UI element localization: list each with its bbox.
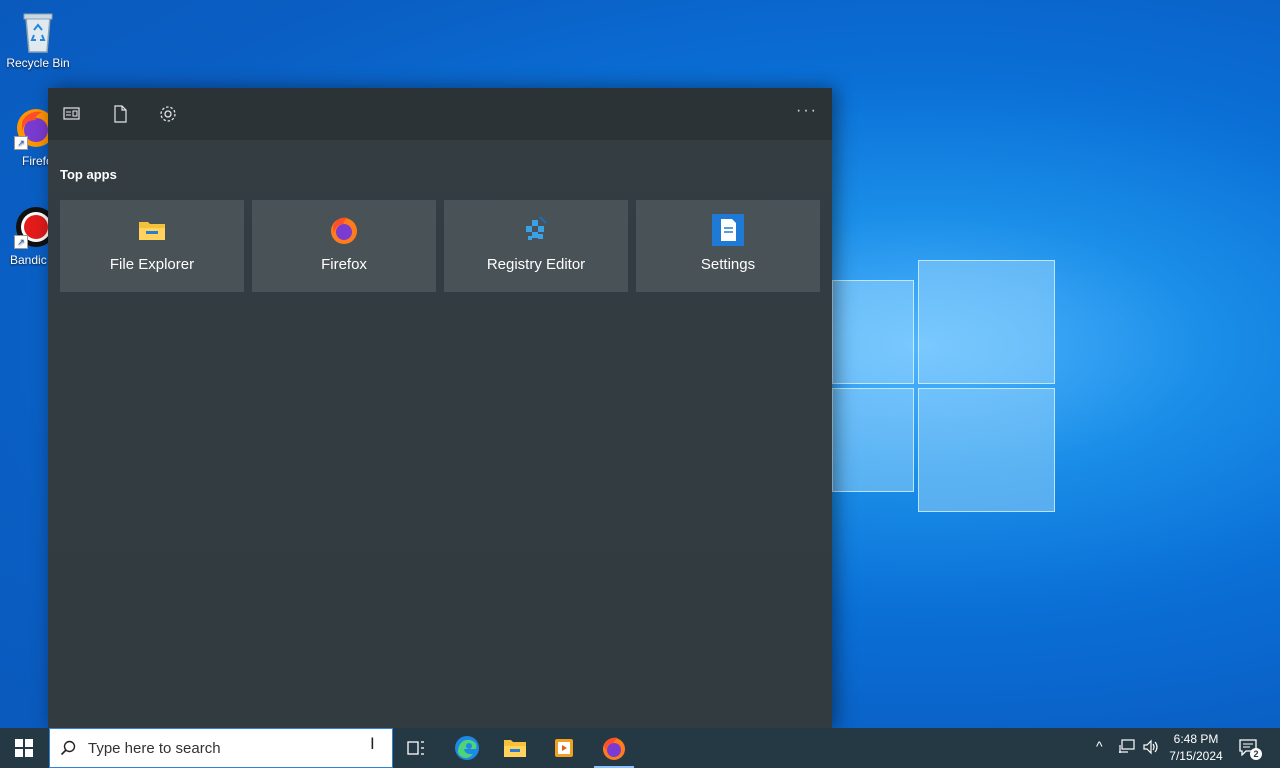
panel-toolbar: ··· xyxy=(48,88,832,140)
taskbar-edge-button[interactable] xyxy=(451,732,483,764)
settings-app-icon xyxy=(712,214,744,246)
media-player-icon xyxy=(555,739,573,757)
recycle-bin-icon xyxy=(16,8,60,53)
volume-icon[interactable] xyxy=(1142,739,1160,758)
section-title-top-apps: Top apps xyxy=(60,167,117,182)
tile-label: File Explorer xyxy=(109,256,195,273)
tile-label: Registry Editor xyxy=(486,256,586,273)
start-button[interactable] xyxy=(0,728,48,768)
windows-icon xyxy=(15,739,33,757)
top-app-file-explorer[interactable]: File Explorer xyxy=(60,200,244,292)
tile-label: Settings xyxy=(700,256,756,273)
wallpaper-windows-logo xyxy=(828,250,1058,520)
taskbar-firefox-button[interactable] xyxy=(598,732,630,764)
taskbar: I ^ 6:48 PM 7/15/2024 2 xyxy=(0,728,1280,768)
top-app-registry-editor[interactable]: Registry Editor xyxy=(444,200,628,292)
firefox-icon xyxy=(603,737,625,760)
taskbar-clock[interactable]: 6:48 PM 7/15/2024 xyxy=(1166,731,1226,765)
folder-icon xyxy=(504,740,526,757)
task-view-icon xyxy=(407,741,424,755)
tile-label: Firefox xyxy=(321,256,367,273)
desktop-icon-recycle-bin[interactable]: Recycle Bin xyxy=(0,8,76,70)
network-icon[interactable] xyxy=(1118,739,1136,758)
apps-view-icon[interactable] xyxy=(62,104,82,124)
edge-icon xyxy=(455,736,479,760)
shortcut-arrow-icon: ↗ xyxy=(14,235,28,249)
bandicam-icon: ↗ xyxy=(14,205,48,249)
text-cursor-icon: I xyxy=(370,734,375,753)
top-app-settings[interactable]: Settings xyxy=(636,200,820,292)
firefox-icon xyxy=(328,214,360,246)
top-app-firefox[interactable]: Firefox xyxy=(252,200,436,292)
search-panel: ··· Top apps File Explorer Firefox Regis… xyxy=(48,88,832,728)
desktop-icon-label: Recycle Bin xyxy=(6,56,70,70)
desktop-icon-bandicam[interactable]: ↗ Bandic xyxy=(0,205,48,267)
documents-icon[interactable] xyxy=(110,104,130,124)
search-icon xyxy=(60,740,76,756)
show-hidden-icons-button[interactable]: ^ xyxy=(1096,738,1103,754)
taskbar-search-box[interactable]: I xyxy=(49,728,393,768)
taskbar-file-explorer-button[interactable] xyxy=(499,732,531,764)
shortcut-arrow-icon: ↗ xyxy=(14,136,28,150)
file-explorer-icon xyxy=(136,214,168,246)
gear-icon[interactable] xyxy=(158,104,178,124)
notification-count-badge: 2 xyxy=(1250,748,1262,760)
registry-editor-icon xyxy=(520,214,552,246)
task-view-button[interactable] xyxy=(400,732,432,764)
top-apps-list: File Explorer Firefox Registry Editor Se… xyxy=(60,200,820,292)
more-options-button[interactable]: ··· xyxy=(796,102,818,120)
clock-time: 6:48 PM xyxy=(1173,732,1219,746)
desktop-icon-firefox[interactable]: ↗ Firefo xyxy=(0,106,48,168)
clock-date: 7/15/2024 xyxy=(1169,749,1223,763)
firefox-icon: ↗ xyxy=(14,106,48,150)
desktop-icon-label: Firefo xyxy=(22,154,48,168)
taskbar-media-button[interactable] xyxy=(548,732,580,764)
search-input[interactable] xyxy=(86,738,350,758)
desktop-icon-label: Bandic xyxy=(10,253,47,267)
